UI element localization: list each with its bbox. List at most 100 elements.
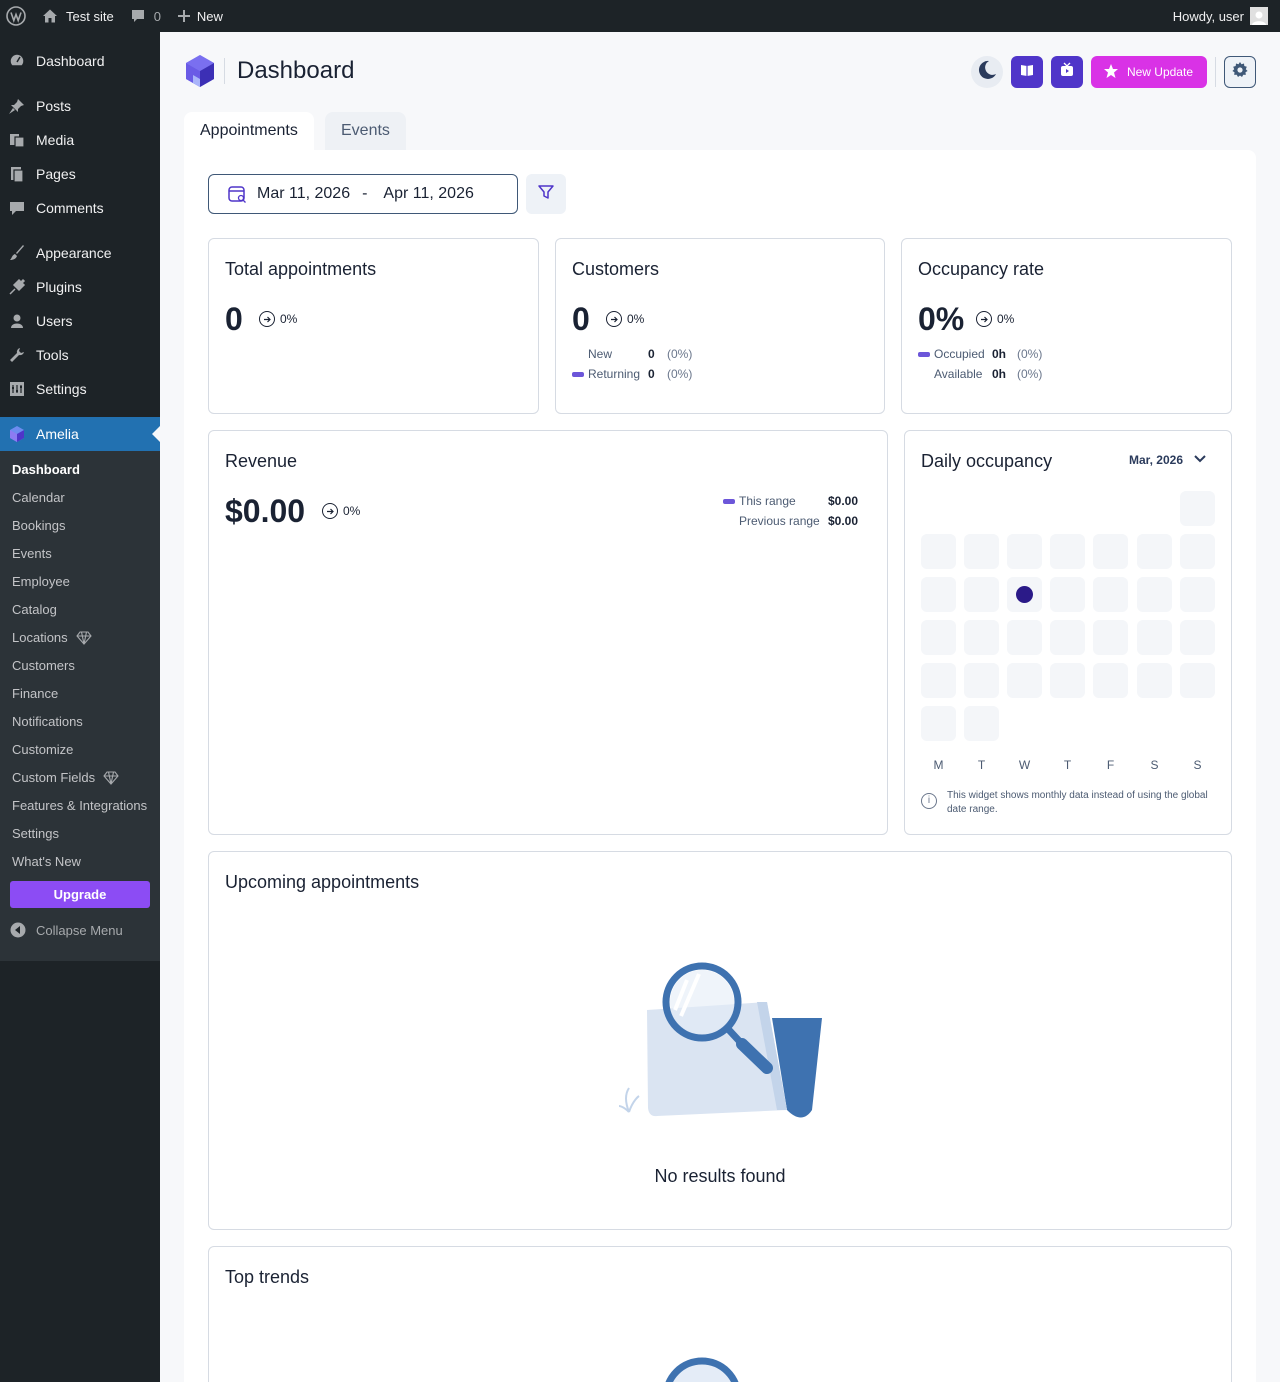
site-name-link[interactable]: Test site (34, 0, 122, 32)
submenu-item-dashboard[interactable]: Dashboard (12, 460, 80, 480)
account-menu[interactable]: Howdy, user (1173, 7, 1280, 25)
card-title: Daily occupancy (921, 451, 1053, 471)
legend-swatch (572, 371, 584, 377)
submenu-item-calendar[interactable]: Calendar (12, 488, 65, 508)
today-marker (1016, 586, 1033, 603)
calendar-day-cell (1007, 663, 1042, 698)
customers-value: 0 (572, 301, 590, 337)
page-title: Dashboard (237, 57, 355, 84)
submenu-item-customize[interactable]: Customize (12, 740, 73, 760)
occupancy-note-text: This widget shows monthly data instead o… (947, 790, 1208, 815)
amelia-logo-icon (184, 54, 216, 88)
submenu-label: Custom Fields (12, 770, 96, 785)
submenu-label: Customers (12, 658, 75, 673)
card-title: Total appointments (225, 259, 377, 279)
legend-percent: (0%) (1017, 367, 1043, 381)
comment-bubble-icon (130, 8, 146, 24)
sidebar-item-label: Settings (36, 381, 87, 397)
calendar-day-cell (1050, 577, 1085, 612)
legend-swatch (723, 498, 735, 504)
submenu-item-custom-fields[interactable]: Custom Fields (12, 768, 119, 788)
gear-icon (1231, 61, 1249, 84)
calendar-day-cell (1137, 620, 1172, 655)
submenu-item-events[interactable]: Events (12, 544, 52, 564)
sidebar-item-amelia[interactable]: Amelia (0, 417, 160, 451)
calendar-day-cell (1093, 577, 1128, 612)
filter-button[interactable] (526, 174, 566, 214)
legend-label: Available (934, 367, 983, 381)
legend-value: 0h (992, 347, 1007, 361)
wordpress-logo-icon[interactable] (0, 0, 34, 32)
calendar-day-cell (1050, 620, 1085, 655)
sidebar-item-plugins[interactable]: Plugins (0, 270, 160, 304)
submenu-label: Notifications (12, 714, 83, 729)
month-select[interactable]: Mar, 2026 (1129, 453, 1207, 467)
legend-row-occupied: Occupied 0h (0%) (918, 346, 1118, 362)
trend-value: 0% (997, 312, 1015, 326)
submenu-item-employee[interactable]: Employee (12, 572, 70, 592)
submenu-item-catalog[interactable]: Catalog (12, 600, 57, 620)
user-icon (0, 312, 36, 330)
collapse-menu-button[interactable]: Collapse Menu (0, 916, 160, 944)
occupancy-note: i This widget shows monthly data instead… (921, 789, 1221, 817)
arrow-right-icon (322, 503, 338, 519)
submenu-item-settings[interactable]: Settings (12, 824, 59, 844)
date-range-picker[interactable]: Mar 11, 2026 - Apr 11, 2026 (208, 174, 518, 214)
submenu-label: Finance (12, 686, 59, 701)
submenu-item-whats-new[interactable]: What's New (12, 852, 81, 872)
submenu-item-finance[interactable]: Finance (12, 684, 58, 704)
video-icon (1059, 62, 1075, 83)
calendar-day-cell (964, 706, 999, 741)
calendar-day-cell (1050, 534, 1085, 569)
legend-percent: (0%) (667, 347, 693, 361)
upgrade-button[interactable]: Upgrade (10, 881, 150, 908)
card-title: Revenue (225, 451, 298, 471)
legend-value: $0.00 (828, 494, 859, 508)
weekday-label: S (1150, 758, 1159, 772)
submenu-item-customers[interactable]: Customers (12, 656, 75, 676)
trend-value: 0% (343, 504, 361, 518)
star-icon (1103, 63, 1119, 82)
empty-folder-illustration (618, 962, 822, 1118)
sidebar-item-appearance[interactable]: Appearance (0, 236, 160, 270)
documentation-button[interactable] (1010, 56, 1043, 88)
dark-mode-toggle[interactable] (970, 56, 1003, 88)
occupancy-value: 0% (918, 301, 965, 337)
sidebar-item-posts[interactable]: Posts (0, 89, 160, 123)
submenu-item-locations[interactable]: Locations (12, 628, 92, 648)
sidebar-item-media[interactable]: Media (0, 123, 160, 157)
collapse-arrow-icon (0, 922, 36, 938)
sidebar-item-users[interactable]: Users (0, 304, 160, 338)
tab-appointments[interactable]: Appointments (184, 112, 314, 150)
new-content-link[interactable]: New (169, 0, 231, 32)
collapse-label: Collapse Menu (36, 922, 123, 938)
card-title: Upcoming appointments (225, 872, 420, 892)
tab-events[interactable]: Events (325, 112, 406, 150)
greeting: Howdy, user (1172, 8, 1244, 24)
sidebar-item-comments[interactable]: Comments (0, 191, 160, 225)
weekday-label: F (1106, 758, 1115, 772)
admin-sidebar: Dashboard Posts Media Pages Comments App… (0, 32, 160, 1382)
submenu-item-features-integrations[interactable]: Features & Integrations (12, 796, 147, 816)
sidebar-item-pages[interactable]: Pages (0, 157, 160, 191)
legend-swatch (918, 351, 930, 357)
calendar-day-cell (921, 577, 956, 612)
legend-value: $0.00 (828, 514, 859, 528)
sidebar-item-tools[interactable]: Tools (0, 338, 160, 372)
submenu-item-notifications[interactable]: Notifications (12, 712, 83, 732)
submenu-label: Dashboard (12, 462, 80, 477)
calendar-day-cell (1093, 620, 1128, 655)
settings-button[interactable] (1224, 56, 1256, 88)
comments-link[interactable]: 0 (122, 0, 169, 32)
submenu-item-bookings[interactable]: Bookings (12, 516, 65, 536)
sidebar-item-label: Tools (36, 347, 69, 363)
new-update-button[interactable]: New Update (1090, 56, 1207, 88)
calendar-day-cell (1007, 577, 1042, 612)
calendar-day-cell (1180, 491, 1215, 526)
video-tutorials-button[interactable] (1050, 56, 1083, 88)
submenu-label: Locations (12, 630, 68, 645)
sidebar-item-label: Media (36, 132, 75, 148)
sidebar-item-dashboard[interactable]: Dashboard (0, 44, 160, 78)
site-name: Test site (66, 8, 114, 24)
sidebar-item-settings[interactable]: Settings (0, 372, 160, 406)
